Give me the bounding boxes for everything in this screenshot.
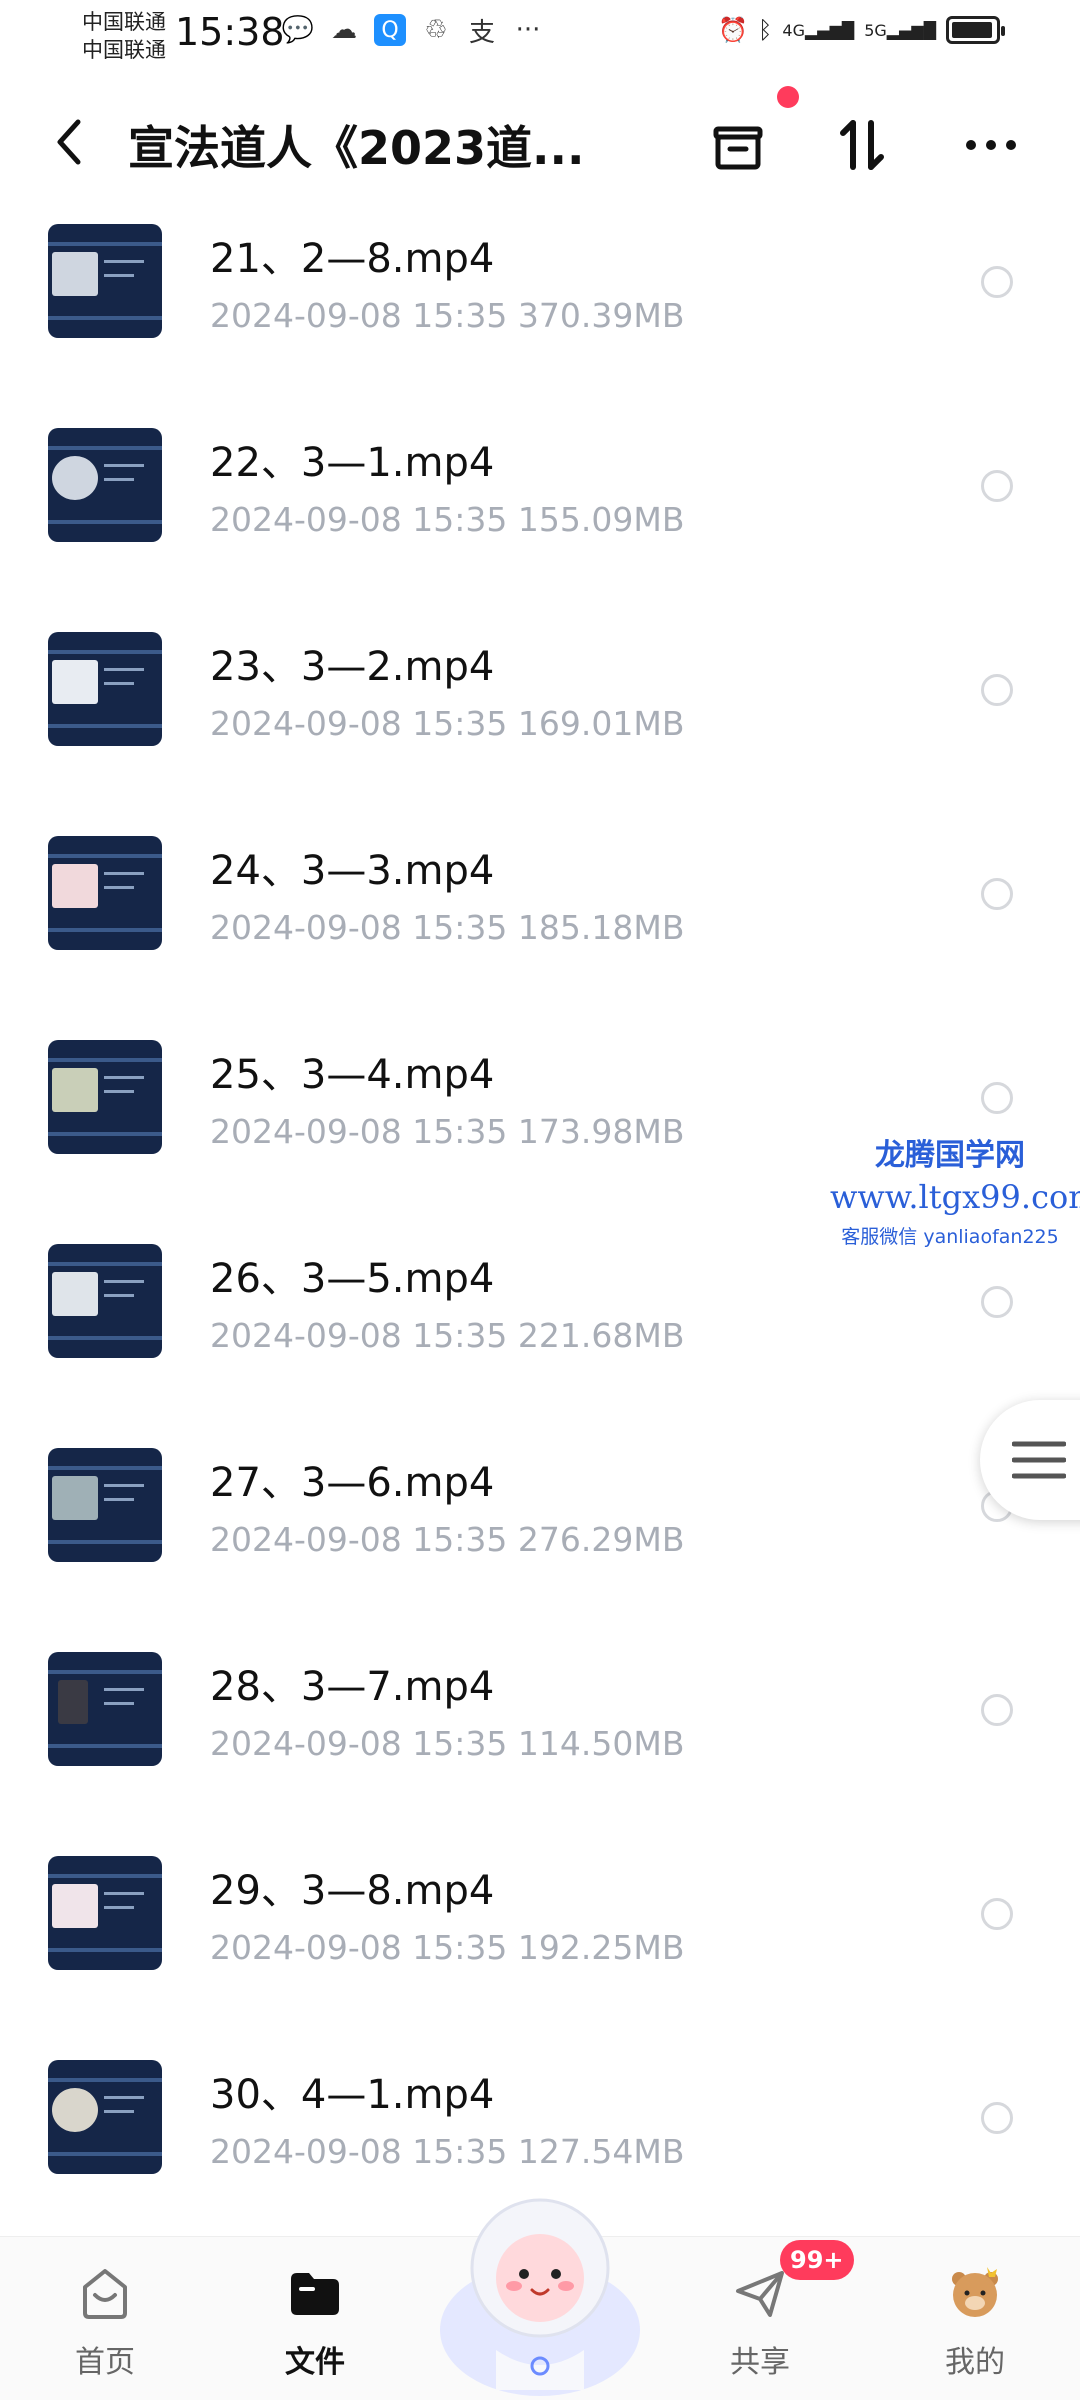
select-radio[interactable] <box>981 470 1013 502</box>
select-radio[interactable] <box>981 1898 1013 1930</box>
file-name: 30、4—1.mp4 <box>210 2072 495 2118</box>
cloud-icon: ☁ <box>331 15 357 45</box>
video-thumbnail <box>48 224 162 338</box>
watermark: 龙腾国学网 www.ltgx99.com 客服微信 yanliaofan225 <box>830 1130 1080 1249</box>
paper-plane-icon <box>736 2271 784 2317</box>
file-meta: 2024-09-08 15:35 155.09MB <box>210 500 685 539</box>
select-radio[interactable] <box>981 1286 1013 1318</box>
file-meta: 2024-09-08 15:35 185.18MB <box>210 908 685 947</box>
file-meta: 2024-09-08 15:35 276.29MB <box>210 1520 685 1559</box>
select-radio[interactable] <box>981 1082 1013 1114</box>
video-thumbnail <box>48 1856 162 1970</box>
header-bar: 宣法道人《2023道... <box>0 72 1080 212</box>
hamburger-icon <box>1012 1441 1066 1479</box>
select-radio[interactable] <box>981 2102 1013 2134</box>
file-name: 27、3—6.mp4 <box>210 1460 495 1506</box>
file-meta: 2024-09-08 15:35 169.01MB <box>210 704 685 743</box>
file-meta: 2024-09-08 15:35 221.68MB <box>210 1316 685 1355</box>
file-name: 28、3—7.mp4 <box>210 1664 495 1710</box>
alipay-icon: 支 <box>468 17 495 48</box>
file-name: 23、3—2.mp4 <box>210 644 495 690</box>
signal-2-icon: 5G▂▄▆█ <box>864 20 936 40</box>
nav-share-label: 共享 <box>730 2345 790 2380</box>
carrier-1: 中国联通 <box>82 10 166 34</box>
transfer-box-icon <box>713 126 763 170</box>
nav-home-label: 首页 <box>75 2345 135 2380</box>
video-thumbnail <box>48 1652 162 1766</box>
ai-assistant-mascot-button[interactable] <box>436 2180 644 2400</box>
watermark-name: 龙腾国学网 <box>875 1138 1025 1173</box>
notification-icons: 💬 ☁ Q ♲ 支 ··· <box>281 14 544 48</box>
file-meta: 2024-09-08 15:35 173.98MB <box>210 1112 685 1151</box>
file-row[interactable]: 22、3—1.mp4 2024-09-08 15:35 155.09MB <box>0 422 1080 626</box>
file-meta: 2024-09-08 15:35 114.50MB <box>210 1724 685 1763</box>
file-name: 24、3—3.mp4 <box>210 848 495 894</box>
signal-1-icon: 4G▂▄▆█ <box>782 20 855 40</box>
sort-arrows-icon <box>840 120 884 170</box>
select-radio[interactable] <box>981 674 1013 706</box>
file-meta: 2024-09-08 15:35 192.25MB <box>210 1928 685 1967</box>
system-icons: ⏰ ᛒ 4G▂▄▆█ 5G▂▄▆█ <box>718 16 1005 44</box>
nav-mine-label: 我的 <box>945 2345 1005 2380</box>
search-app-icon: Q <box>374 14 406 46</box>
share-count-badge: 99+ <box>780 2240 854 2280</box>
nav-mine[interactable]: 我的 <box>900 2237 1050 2400</box>
file-row[interactable]: 21、2—8.mp4 2024-09-08 15:35 370.39MB <box>0 218 1080 422</box>
status-time: 15:38 <box>175 10 285 54</box>
video-thumbnail <box>48 1040 162 1154</box>
file-name: 29、3—8.mp4 <box>210 1868 495 1914</box>
more-dots-icon <box>966 140 1016 150</box>
wechat-icon: 💬 <box>281 15 315 45</box>
video-thumbnail <box>48 1244 162 1358</box>
notification-dot <box>777 86 799 108</box>
file-name: 21、2—8.mp4 <box>210 236 495 282</box>
video-thumbnail <box>48 836 162 950</box>
page-title: 宣法道人《2023道... <box>128 121 585 175</box>
transfer-list-button[interactable] <box>703 110 773 180</box>
folder-icon <box>291 2273 339 2315</box>
file-name: 25、3—4.mp4 <box>210 1052 495 1098</box>
carrier-2: 中国联通 <box>82 38 166 62</box>
baidu-netdisk-icon: ♲ <box>424 15 448 45</box>
video-thumbnail <box>48 632 162 746</box>
battery-icon <box>946 16 1005 44</box>
video-thumbnail <box>48 428 162 542</box>
more-notifications-icon: ··· <box>515 15 541 45</box>
file-row[interactable]: 28、3—7.mp4 2024-09-08 15:35 114.50MB <box>0 1646 1080 1850</box>
file-meta: 2024-09-08 15:35 370.39MB <box>210 296 685 335</box>
sort-button[interactable] <box>828 110 898 180</box>
back-arrow-icon[interactable] <box>50 116 90 168</box>
carrier-labels: 中国联通 中国联通 <box>82 8 166 64</box>
video-thumbnail <box>48 1448 162 1562</box>
select-radio[interactable] <box>981 878 1013 910</box>
select-radio[interactable] <box>981 266 1013 298</box>
nav-home[interactable]: 首页 <box>30 2237 180 2400</box>
nav-files-label: 文件 <box>285 2345 345 2380</box>
file-name: 22、3—1.mp4 <box>210 440 495 486</box>
status-bar: 中国联通 中国联通 15:38 💬 ☁ Q ♲ 支 ··· ⏰ ᛒ 4G▂▄▆█… <box>0 0 1080 72</box>
nav-files[interactable]: 文件 <box>240 2237 390 2400</box>
file-row[interactable]: 27、3—6.mp4 2024-09-08 15:35 276.29MB <box>0 1442 1080 1646</box>
select-radio[interactable] <box>981 1694 1013 1726</box>
file-row[interactable]: 23、3—2.mp4 2024-09-08 15:35 169.01MB <box>0 626 1080 830</box>
home-icon <box>83 2269 127 2319</box>
alarm-icon: ⏰ <box>718 16 748 44</box>
watermark-url: www.ltgx99.com <box>830 1178 1080 1216</box>
file-row[interactable]: 29、3—8.mp4 2024-09-08 15:35 192.25MB <box>0 1850 1080 2054</box>
file-row[interactable]: 26、3—5.mp4 2024-09-08 15:35 221.68MB <box>0 1238 1080 1442</box>
more-options-button[interactable] <box>956 110 1026 180</box>
file-row[interactable]: 24、3—3.mp4 2024-09-08 15:35 185.18MB <box>0 830 1080 1034</box>
watermark-contact: 客服微信 yanliaofan225 <box>841 1226 1059 1248</box>
bluetooth-icon: ᛒ <box>758 16 773 44</box>
file-meta: 2024-09-08 15:35 127.54MB <box>210 2132 685 2171</box>
file-name: 26、3—5.mp4 <box>210 1256 495 1302</box>
video-thumbnail <box>48 2060 162 2174</box>
bear-avatar-icon <box>952 2267 998 2317</box>
